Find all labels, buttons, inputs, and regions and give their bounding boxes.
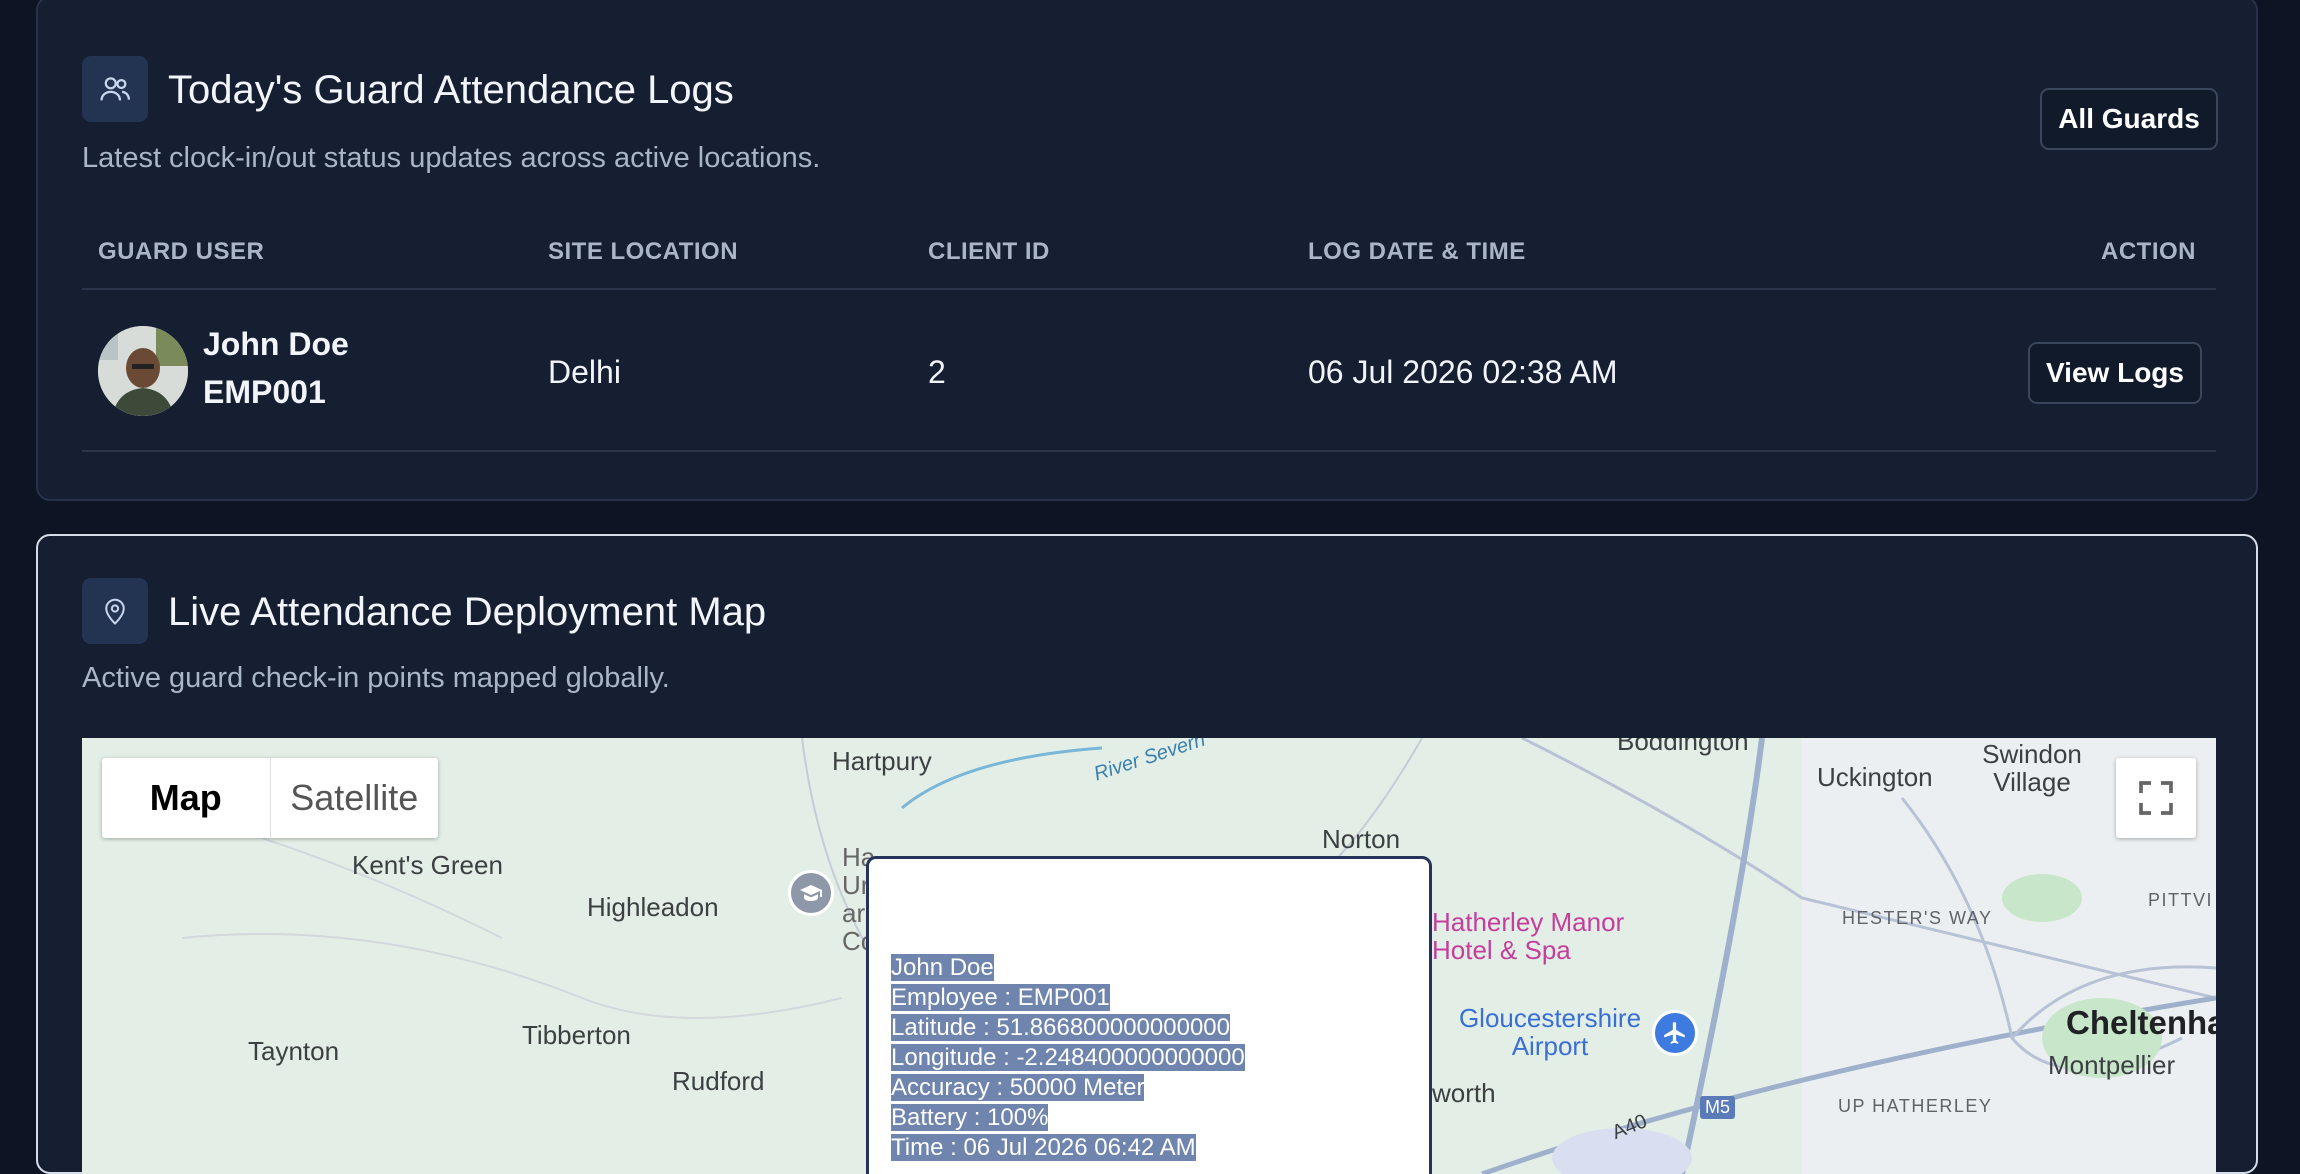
place-pittville: PITTVI	[2148, 890, 2214, 910]
avatar	[98, 326, 188, 416]
guard-employee-id: EMP001	[203, 374, 326, 410]
page-title: Today's Guard Attendance Logs	[168, 68, 734, 112]
fullscreen-icon[interactable]	[2116, 758, 2196, 838]
place-rudford: Rudford	[672, 1066, 765, 1096]
graduation-cap-icon[interactable]	[788, 870, 834, 916]
location-pin-icon	[82, 578, 148, 644]
place-montpellier: Montpellier	[2048, 1050, 2176, 1080]
place-uckington: Uckington	[1817, 762, 1933, 792]
info-accuracy: Accuracy : 50000 Meter	[891, 1074, 1145, 1101]
column-header-site-location: SITE LOCATION	[548, 238, 739, 265]
info-latitude: Latitude : 51.866800000000000	[891, 1014, 1230, 1041]
view-logs-button[interactable]: View Logs	[2028, 342, 2202, 404]
info-battery: Battery : 100%	[891, 1104, 1049, 1131]
place-boddington: Boddington	[1617, 738, 1749, 756]
map-section-title: Live Attendance Deployment Map	[168, 590, 767, 634]
place-norton: Norton	[1322, 824, 1401, 854]
place-hatherley-manor: Hatherley Manor Hotel & Spa	[1432, 907, 1625, 965]
map-type-satellite-button[interactable]: Satellite	[269, 758, 439, 838]
users-icon	[82, 56, 148, 122]
place-kents-green: Kent's Green	[352, 850, 503, 880]
map-canvas[interactable]: Map Satellite Hartpury Kent's Green High…	[82, 738, 2216, 1174]
client-id: 2	[928, 354, 946, 390]
map-type-map-button[interactable]: Map	[102, 758, 270, 838]
place-worth: worth	[1432, 1078, 1496, 1108]
table-header-divider	[82, 288, 2216, 290]
airplane-icon[interactable]	[1652, 1010, 1698, 1056]
place-cheltenham: Cheltenha	[2066, 1004, 2216, 1041]
place-gloucestershire-airport: Gloucestershire Airport	[1458, 1003, 1642, 1061]
table-row-divider	[82, 450, 2216, 452]
place-taynton: Taynton	[248, 1036, 340, 1066]
place-hesters-way: HESTER'S WAY	[1842, 908, 1993, 928]
place-swindon-village: Swindon Village	[1982, 739, 2082, 797]
column-header-action: ACTION	[2101, 238, 2196, 265]
road-m5: M5	[1700, 1096, 1736, 1119]
deployment-map-card: Live Attendance Deployment Map Active gu…	[36, 534, 2258, 1174]
all-guards-button[interactable]: All Guards	[2040, 88, 2218, 150]
guard-info-window[interactable]: John Doe Employee : EMP001 Latitude : 51…	[866, 856, 1432, 1174]
log-datetime: 06 Jul 2026 02:38 AM	[1308, 354, 1618, 390]
logs-subtitle: Latest clock-in/out status updates acros…	[82, 142, 821, 174]
place-up-hatherley: UP HATHERLEY	[1838, 1096, 1993, 1116]
info-guard-name: John Doe	[891, 954, 994, 981]
place-ar: ar	[842, 898, 866, 928]
info-longitude: Longitude : -2.248400000000000	[891, 1044, 1245, 1071]
place-hartpury: Hartpury	[832, 746, 932, 776]
site-location: Delhi	[548, 354, 621, 390]
place-highleadon: Highleadon	[587, 892, 719, 922]
column-header-log-datetime: LOG DATE & TIME	[1308, 238, 1526, 265]
attendance-logs-card: Today's Guard Attendance Logs Latest clo…	[36, 0, 2258, 501]
map-type-control: Map Satellite	[102, 758, 438, 838]
info-time: Time : 06 Jul 2026 06:42 AM	[891, 1134, 1196, 1161]
place-tibberton: Tibberton	[522, 1020, 631, 1050]
column-header-guard-user: GUARD USER	[98, 238, 265, 265]
map-section-subtitle: Active guard check-in points mapped glob…	[82, 662, 670, 694]
column-header-client-id: CLIENT ID	[928, 238, 1050, 265]
guard-name: John Doe	[203, 326, 349, 362]
info-employee: Employee : EMP001	[891, 984, 1110, 1011]
